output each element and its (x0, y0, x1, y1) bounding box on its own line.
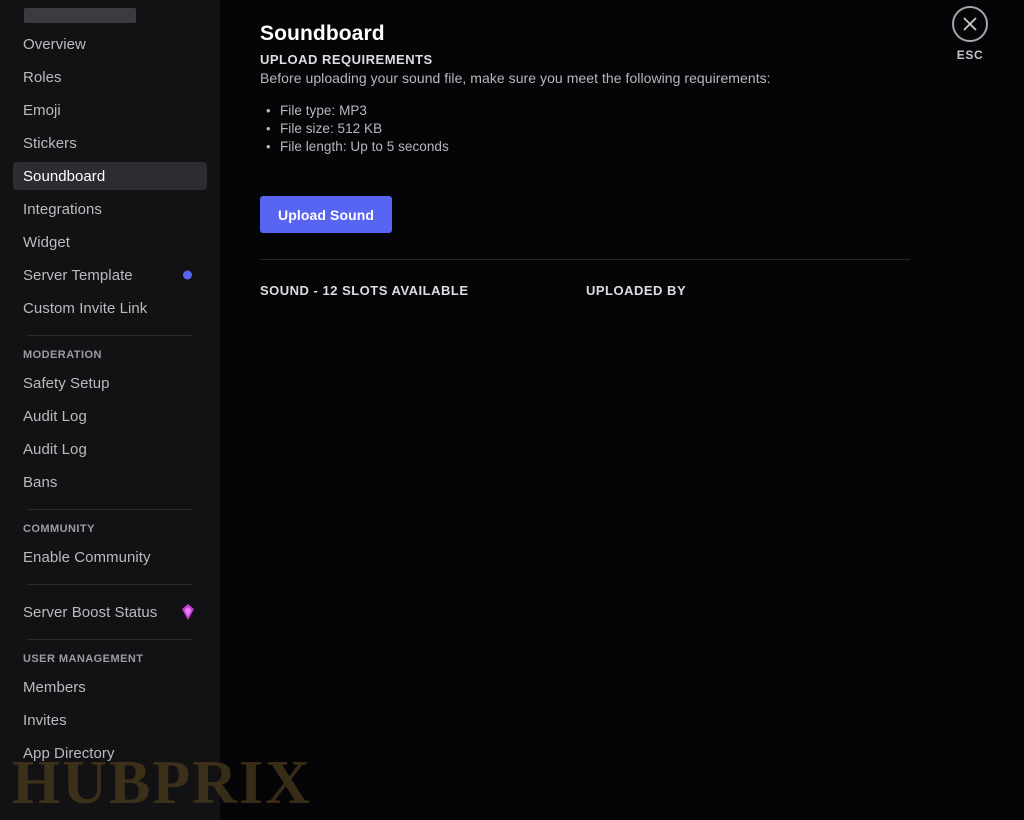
sidebar-item-label: Roles (23, 68, 62, 86)
new-badge-dot-icon (183, 270, 192, 280)
sidebar-divider (27, 335, 193, 336)
sidebar-item-label: Audit Log (23, 440, 87, 458)
sidebar-divider (27, 584, 193, 585)
column-header-uploaded-by: UPLOADED BY (586, 283, 687, 298)
sidebar-item-label: Integrations (23, 200, 102, 218)
sidebar-item-label: Emoji (23, 101, 61, 119)
sidebar-item-soundboard[interactable]: Soundboard (13, 162, 207, 190)
upload-requirements-description: Before uploading your sound file, make s… (260, 70, 771, 86)
requirement-item: File size: 512 KB (266, 120, 449, 138)
sidebar-item-widget[interactable]: Widget (13, 228, 207, 256)
sidebar-skeleton-placeholder (24, 8, 136, 23)
sidebar-item-server-boost-status[interactable]: Server Boost Status (13, 598, 207, 626)
sidebar-item-label: Custom Invite Link (23, 299, 148, 317)
settings-content: Soundboard UPLOAD REQUIREMENTS Before up… (220, 0, 1024, 820)
upload-requirements-heading: UPLOAD REQUIREMENTS (260, 52, 433, 67)
settings-sidebar: Overview Roles Emoji Stickers Soundboard Inte… (0, 0, 220, 820)
requirement-item: File type: MP3 (266, 102, 449, 120)
upload-sound-button[interactable]: Upload Sound (260, 196, 393, 233)
server-boost-gem-icon (182, 604, 194, 620)
close-settings-button[interactable]: ESC (943, 6, 997, 62)
sidebar-item-label: Invites (23, 711, 67, 729)
upload-requirements-list: File type: MP3File size: 512 KBFile leng… (260, 102, 449, 156)
sidebar-item-bans[interactable]: Bans (13, 468, 207, 496)
sidebar-group-header: USER MANAGEMENT (23, 653, 144, 665)
sidebar-item-emoji[interactable]: Emoji (13, 96, 207, 124)
column-header-sound: SOUND - 12 SLOTS AVAILABLE (260, 283, 469, 298)
sidebar-item-stickers[interactable]: Stickers (13, 129, 207, 157)
sidebar-divider (27, 639, 193, 640)
sidebar-item-app-directory[interactable]: App Directory (13, 739, 207, 767)
sidebar-nav-list: Overview Roles Emoji Stickers Soundboard Inte… (0, 30, 220, 772)
sidebar-item-audit-log[interactable]: Audit Log (13, 402, 207, 430)
sidebar-item-label: Server Boost Status (23, 603, 158, 621)
sidebar-item-label: App Directory (23, 744, 115, 762)
sidebar-item-label: Safety Setup (23, 374, 110, 392)
sidebar-item-label: Members (23, 678, 86, 696)
sidebar-item-label: Widget (23, 233, 70, 251)
sidebar-item-label: Audit Log (23, 407, 87, 425)
sidebar-item-safety-setup[interactable]: Safety Setup (13, 369, 207, 397)
sidebar-item-label: Server Template (23, 266, 133, 284)
sidebar-divider (27, 509, 193, 510)
sidebar-item-custom-invite-link[interactable]: Custom Invite Link (13, 294, 207, 322)
sidebar-item-label: Stickers (23, 134, 77, 152)
sidebar-item-server-template[interactable]: Server Template (13, 261, 207, 289)
sidebar-item-label: Overview (23, 35, 86, 53)
sidebar-item-label: Bans (23, 473, 58, 491)
sidebar-item-overview[interactable]: Overview (13, 30, 207, 58)
requirement-item: File length: Up to 5 seconds (266, 138, 449, 156)
sidebar-item-label: Enable Community (23, 548, 151, 566)
page-title: Soundboard (260, 22, 385, 46)
sidebar-group-header: COMMUNITY (23, 523, 95, 535)
sidebar-item-label: Soundboard (23, 167, 106, 185)
settings-window: Overview Roles Emoji Stickers Soundboard Inte… (0, 0, 1024, 820)
sidebar-item-integrations[interactable]: Integrations (13, 195, 207, 223)
content-divider (260, 259, 910, 260)
sidebar-group-header: MODERATION (23, 349, 102, 361)
esc-label: ESC (956, 48, 984, 62)
sidebar-item-enable-community[interactable]: Enable Community (13, 543, 207, 571)
sidebar-item-audit-log[interactable]: Audit Log (13, 435, 207, 463)
close-icon[interactable] (952, 6, 988, 42)
sidebar-item-members[interactable]: Members (13, 673, 207, 701)
sidebar-item-invites[interactable]: Invites (13, 706, 207, 734)
sidebar-item-roles[interactable]: Roles (13, 63, 207, 91)
